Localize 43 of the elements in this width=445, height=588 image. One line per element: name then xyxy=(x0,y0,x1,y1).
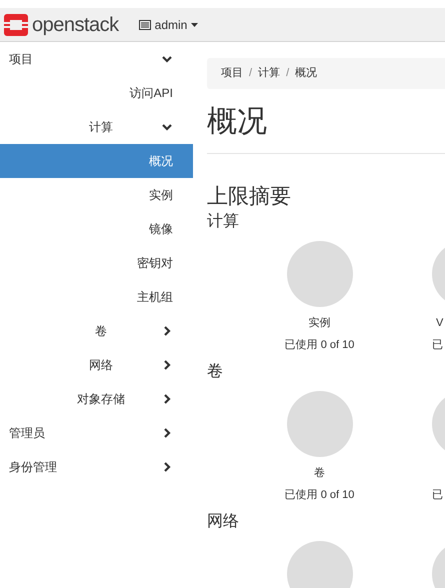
logo-text: openstack xyxy=(32,12,119,38)
nav-item[interactable]: 计算 xyxy=(0,110,193,144)
quota-label: V xyxy=(435,316,444,330)
quota-usage: 已使用 0 of 10 xyxy=(284,488,354,502)
quota-usage: 已 xyxy=(432,488,443,502)
nav-item[interactable]: 卷 xyxy=(0,314,193,348)
nav-item-active[interactable]: 概况 xyxy=(0,144,193,178)
quota-label: 卷 xyxy=(314,466,325,480)
chevron-right-icon xyxy=(161,359,173,371)
nav-item[interactable]: 身份管理 xyxy=(0,450,193,484)
nav-item[interactable]: 对象存储 xyxy=(0,382,193,416)
subsection-title: 卷 xyxy=(207,362,224,382)
project-menu[interactable]: admin xyxy=(138,16,198,34)
quota-usage: 已 xyxy=(432,338,443,352)
nav-item[interactable]: 密钥对 xyxy=(0,246,193,280)
nav-item[interactable]: 管理员 xyxy=(0,416,193,450)
breadcrumb-link[interactable]: 概况 xyxy=(295,65,318,82)
chevron-right-icon xyxy=(161,325,173,337)
chevron-right-icon xyxy=(161,461,173,473)
quota-pie-chart xyxy=(286,541,352,588)
nav-item[interactable]: 网络 xyxy=(0,348,193,382)
breadcrumb-separator: / xyxy=(285,66,290,82)
quota-label: 实例 xyxy=(308,316,330,330)
chevron-down-icon xyxy=(161,121,173,133)
subsection-title: 计算 xyxy=(207,212,240,232)
section-title: 上限摘要 xyxy=(207,184,292,210)
page-title: 概况 xyxy=(207,104,268,140)
nav-item[interactable]: 访问API xyxy=(0,76,193,110)
nav-item[interactable]: 实例 xyxy=(0,178,193,212)
chevron-right-icon xyxy=(161,427,173,439)
chevron-right-icon xyxy=(161,393,173,405)
project-icon xyxy=(138,20,151,30)
breadcrumb-separator: / xyxy=(248,66,254,82)
nav-item[interactable]: 镜像 xyxy=(0,212,193,246)
breadcrumb-link[interactable]: 计算 xyxy=(258,65,280,82)
caret-icon xyxy=(191,22,198,26)
logo-icon xyxy=(4,14,28,36)
breadcrumb-link[interactable]: 项目 xyxy=(221,65,243,82)
subsection-title: 网络 xyxy=(207,512,240,532)
quota-usage: 已使用 0 of 10 xyxy=(284,338,354,352)
nav-item[interactable]: 主机组 xyxy=(0,280,193,314)
chevron-down-icon xyxy=(161,53,173,65)
nav-item[interactable]: 项目 xyxy=(0,42,193,76)
